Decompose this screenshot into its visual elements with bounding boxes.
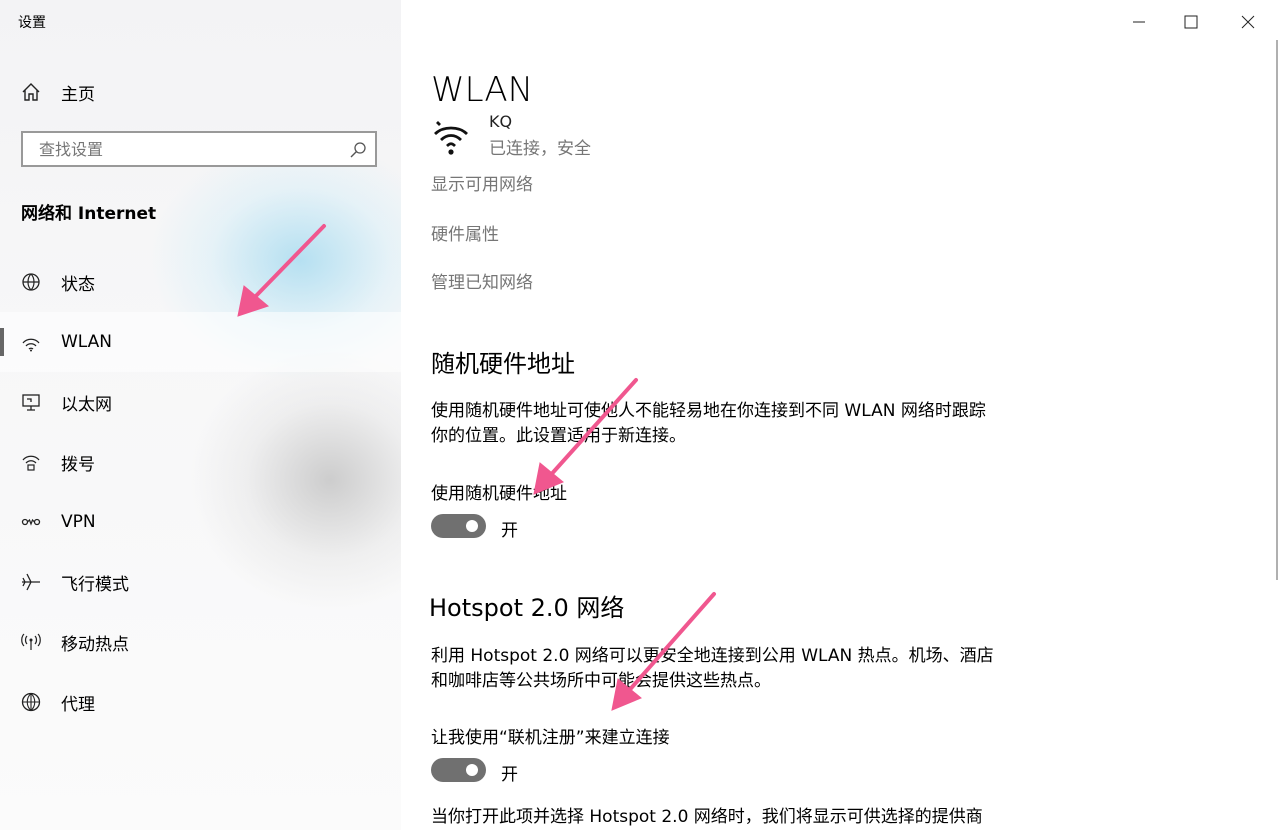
random-hw-toggle[interactable] xyxy=(431,514,486,538)
toggle-knob xyxy=(466,520,478,532)
page-title: WLAN xyxy=(431,70,534,110)
hotspot-description: 利用 Hotspot 2.0 网络可以更安全地连接到公用 WLAN 热点。机场、… xyxy=(431,646,994,691)
sidebar-item-ethernet[interactable]: 以太网 xyxy=(0,372,401,432)
wifi-icon xyxy=(22,338,40,352)
sidebar-item-airplane[interactable]: 飞行模式 xyxy=(0,552,401,612)
scrollbar[interactable] xyxy=(1274,40,1278,580)
sidebar-item-hotspot[interactable]: 移动热点 xyxy=(0,612,401,672)
section-title: 网络和 Internet xyxy=(21,204,157,224)
sidebar-item-label: 飞行模式 xyxy=(61,574,129,595)
sidebar-item-status[interactable]: 状态 xyxy=(0,252,401,312)
airplane-icon xyxy=(22,573,40,591)
main-panel: WLAN KQ 已连接，安全 显示可用网络 硬件属性 管理已知网络 随机硬件地址… xyxy=(401,0,1278,830)
random-hw-toggle-label: 使用随机硬件地址 xyxy=(431,484,567,504)
close-icon[interactable] xyxy=(1228,8,1268,36)
show-available-networks-link[interactable]: 显示可用网络 xyxy=(431,170,533,195)
sidebar-item-label: 代理 xyxy=(61,694,95,715)
hotspot-footer-text: 当你打开此项并选择 Hotspot 2.0 网络时，我们将显示可供选择的提供商 xyxy=(431,807,983,827)
toggle-knob xyxy=(466,764,478,776)
hotspot-icon xyxy=(21,633,41,650)
sidebar-item-label: VPN xyxy=(61,512,96,532)
minimize-icon[interactable] xyxy=(1119,8,1159,36)
sidebar: 设置 主页 网络和 Internet 状态 WLAN 以太网 拨号 VPN 飞行… xyxy=(0,0,401,830)
sidebar-item-label: 移动热点 xyxy=(61,634,129,655)
vpn-icon xyxy=(21,518,41,526)
sidebar-item-label: WLAN xyxy=(61,332,113,352)
random-hw-heading: 随机硬件地址 xyxy=(431,350,575,378)
sidebar-item-wlan[interactable]: WLAN xyxy=(0,312,401,372)
hotspot-toggle-label: 让我使用“联机注册”来建立连接 xyxy=(431,728,670,748)
nav-home[interactable]: 主页 xyxy=(0,62,401,122)
sidebar-item-dialup[interactable]: 拨号 xyxy=(0,432,401,492)
hardware-properties-link[interactable]: 硬件属性 xyxy=(431,220,499,245)
network-entry[interactable]: KQ 已连接，安全 xyxy=(431,112,731,162)
nav-home-label: 主页 xyxy=(61,84,95,105)
home-icon xyxy=(22,83,40,101)
maximize-icon[interactable] xyxy=(1171,8,1211,36)
window-title: 设置 xyxy=(18,15,46,31)
sidebar-item-proxy[interactable]: 代理 xyxy=(0,672,401,732)
network-name: KQ xyxy=(489,112,513,131)
sidebar-item-vpn[interactable]: VPN xyxy=(0,492,401,552)
sidebar-item-label: 拨号 xyxy=(61,454,95,475)
globe-icon xyxy=(21,692,41,712)
hotspot-heading: Hotspot 2.0 网络 xyxy=(429,594,625,622)
network-status: 已连接，安全 xyxy=(489,139,591,159)
sidebar-item-label: 状态 xyxy=(61,274,95,295)
search-input[interactable] xyxy=(37,133,351,165)
ethernet-icon xyxy=(22,394,40,411)
search-icon[interactable] xyxy=(349,141,367,159)
sidebar-item-label: 以太网 xyxy=(61,394,112,415)
globe-status-icon xyxy=(22,273,40,291)
manage-known-networks-link[interactable]: 管理已知网络 xyxy=(431,268,533,293)
dialup-icon xyxy=(22,455,40,471)
random-hw-toggle-state: 开 xyxy=(501,521,518,541)
random-hw-description: 使用随机硬件地址可使他人不能轻易地在你连接到不同 WLAN 网络时跟踪你的位置。… xyxy=(431,401,986,446)
search-box[interactable] xyxy=(21,131,377,167)
hotspot-toggle-state: 开 xyxy=(501,765,518,785)
hotspot-toggle[interactable] xyxy=(431,758,486,782)
wifi-signal-icon xyxy=(434,121,468,155)
